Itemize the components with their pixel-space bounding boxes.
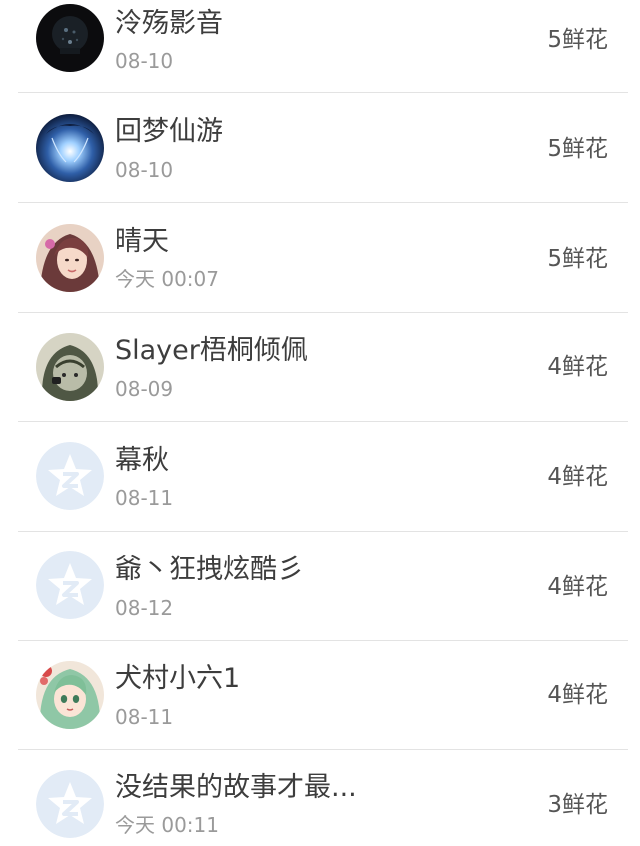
list-item[interactable]: 犬村小六1 08-11 4鲜花 (0, 641, 640, 750)
send-date: 今天 00:07 (115, 267, 219, 291)
send-date: 今天 00:11 (115, 813, 219, 837)
list-item[interactable]: 幕秋 08-11 4鲜花 (0, 422, 640, 532)
flower-count: 4鲜花 (547, 354, 608, 380)
default-qzone-avatar-icon (36, 442, 104, 510)
avatar[interactable] (36, 551, 104, 619)
avatar[interactable] (36, 442, 104, 510)
send-date: 08-12 (115, 596, 174, 620)
user-name: 犬村小六1 (115, 663, 241, 694)
send-date: 08-10 (115, 158, 174, 182)
avatar[interactable] (36, 661, 104, 729)
default-qzone-avatar-icon (36, 551, 104, 619)
avatar[interactable] (36, 224, 104, 292)
flower-count: 4鲜花 (547, 464, 608, 490)
list-item[interactable]: 晴天 今天 00:07 5鲜花 (0, 203, 640, 313)
user-name: 爺丶狂拽炫酷彡 (115, 554, 304, 585)
list-item[interactable]: 回梦仙游 08-10 5鲜花 (0, 93, 640, 203)
list-item[interactable]: Slayer梧桐倾佩 08-09 4鲜花 (0, 313, 640, 422)
avatar[interactable] (36, 333, 104, 401)
default-qzone-avatar-icon (36, 770, 104, 838)
hooded-figure-avatar-icon (36, 333, 104, 401)
flower-ranking-list: 泠殇影音 08-10 5鲜花 回梦仙游 08-10 5鲜花 晴天 今天 00:0… (0, 0, 640, 846)
list-item[interactable]: 爺丶狂拽炫酷彡 08-12 4鲜花 (0, 532, 640, 641)
list-item[interactable]: 没结果的故事才最... 今天 00:11 3鲜花 (0, 750, 640, 846)
avatar[interactable] (36, 4, 104, 72)
send-date: 08-09 (115, 377, 174, 401)
dark-avatar-icon (36, 4, 104, 72)
flower-count: 4鲜花 (547, 574, 608, 600)
send-date: 08-10 (115, 49, 174, 73)
avatar[interactable] (36, 114, 104, 182)
flower-count: 5鲜花 (547, 246, 608, 272)
list-item[interactable]: 泠殇影音 08-10 5鲜花 (0, 0, 640, 93)
flower-count: 3鲜花 (547, 792, 608, 818)
flower-count: 5鲜花 (547, 27, 608, 53)
anime-girl-avatar-icon (36, 661, 104, 729)
user-name: 没结果的故事才最... (115, 772, 357, 803)
flower-count: 4鲜花 (547, 682, 608, 708)
avatar[interactable] (36, 770, 104, 838)
flower-count: 5鲜花 (547, 136, 608, 162)
user-name: Slayer梧桐倾佩 (115, 335, 308, 366)
send-date: 08-11 (115, 486, 174, 510)
user-name: 幕秋 (115, 445, 169, 476)
user-name: 晴天 (115, 226, 169, 257)
user-name: 泠殇影音 (115, 8, 223, 39)
send-date: 08-11 (115, 705, 174, 729)
user-name: 回梦仙游 (115, 116, 223, 147)
blue-light-avatar-icon (36, 114, 104, 182)
girl-photo-avatar-icon (36, 224, 104, 292)
